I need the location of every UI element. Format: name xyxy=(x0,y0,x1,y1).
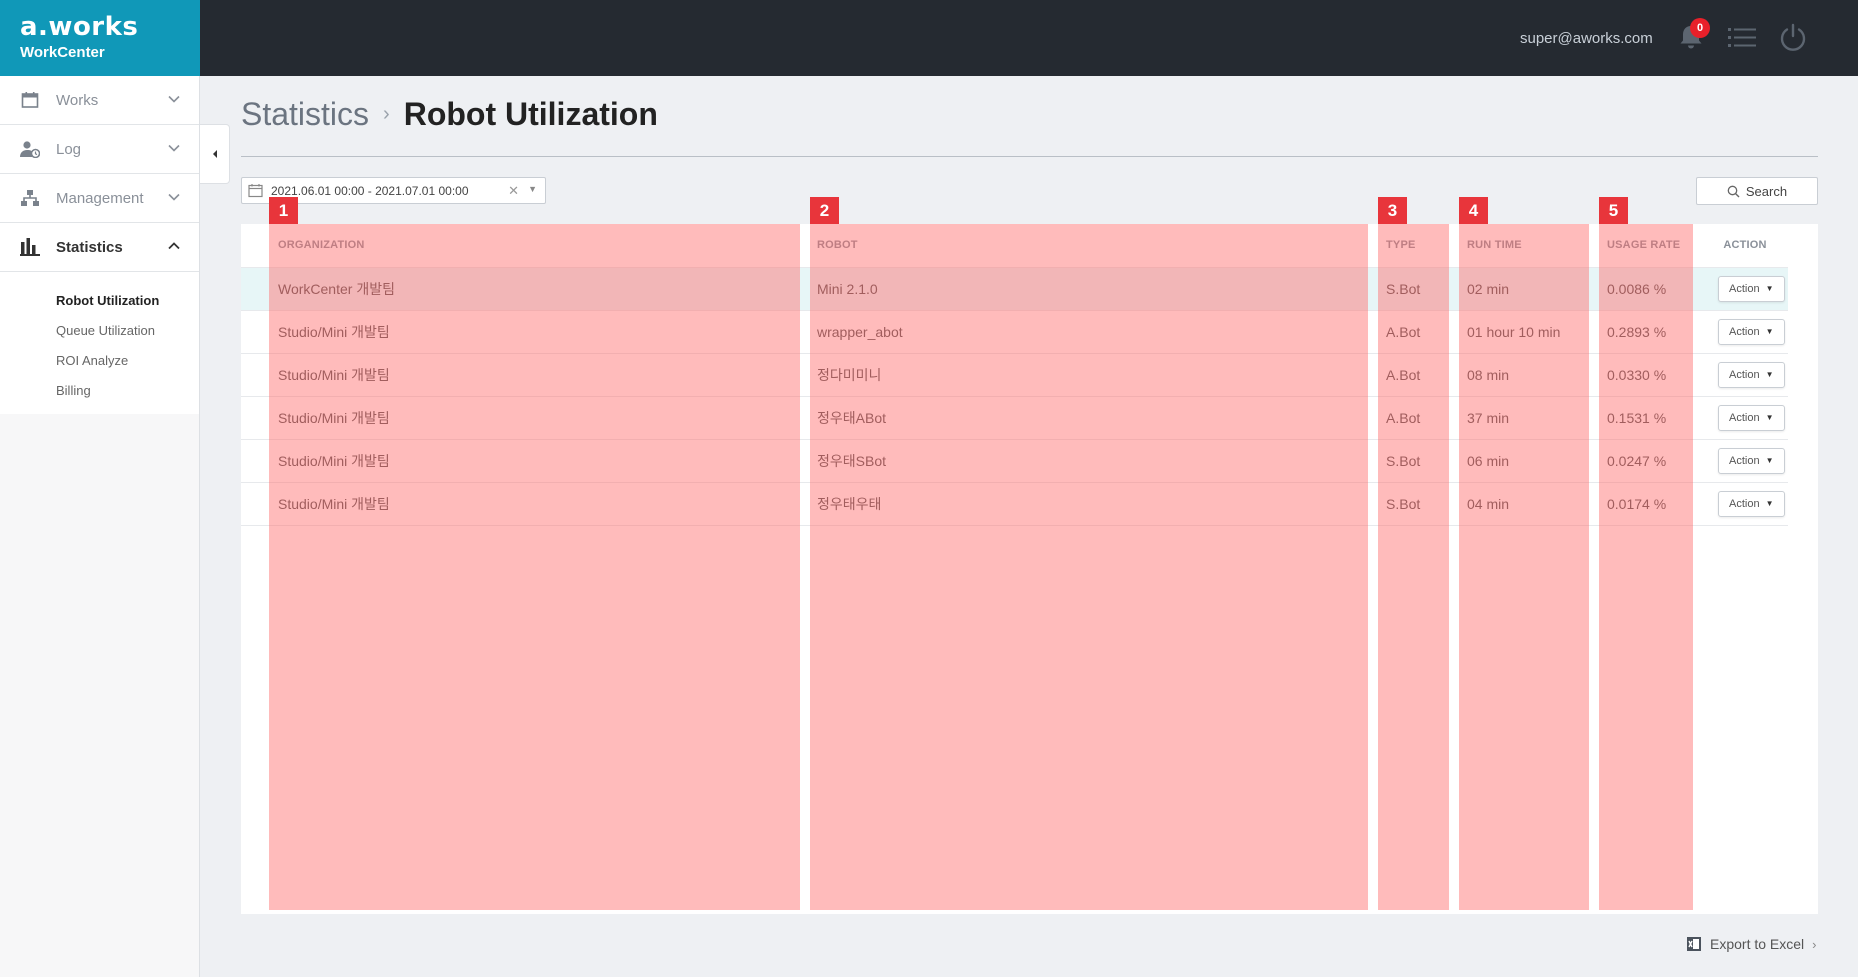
breadcrumb-parent[interactable]: Statistics xyxy=(241,96,369,133)
bar-chart-icon xyxy=(20,237,40,257)
action-dropdown-button[interactable]: Action ▼ xyxy=(1718,490,1785,517)
chevron-up-icon xyxy=(168,242,180,250)
subnav-queue-utilization[interactable]: Queue Utilization xyxy=(0,316,199,346)
sidebar-item-label: Statistics xyxy=(56,238,123,256)
row-spacer xyxy=(241,310,269,354)
header-spacer xyxy=(241,224,269,268)
dropdown-caret-icon[interactable]: ▼ xyxy=(528,184,537,194)
statistics-subnav: Robot Utilization Queue Utilization ROI … xyxy=(0,272,199,414)
sidebar-item-label: Works xyxy=(56,91,99,109)
org-chart-icon xyxy=(20,188,40,208)
brand[interactable]: a.works WorkCenter xyxy=(0,0,200,76)
caret-down-icon: ▼ xyxy=(1765,456,1774,465)
annotation-overlay-run-time xyxy=(1459,224,1589,910)
action-dropdown-button[interactable]: Action ▼ xyxy=(1718,318,1785,345)
search-button[interactable]: Search xyxy=(1696,177,1818,205)
chevron-down-icon xyxy=(168,144,180,152)
annotation-marker: 2 xyxy=(810,197,839,224)
row-spacer xyxy=(241,439,269,483)
annotation-marker: 4 xyxy=(1459,197,1488,224)
subnav-billing[interactable]: Billing xyxy=(0,376,199,406)
breadcrumb: Statistics › Robot Utilization xyxy=(241,96,658,133)
action-label: Action xyxy=(1729,368,1760,381)
annotation-marker: 3 xyxy=(1378,197,1407,224)
sidebar-item-works[interactable]: Works xyxy=(0,76,199,125)
row-spacer xyxy=(241,353,269,397)
action-dropdown-button[interactable]: Action ▼ xyxy=(1718,275,1785,302)
export-label: Export to Excel xyxy=(1710,936,1805,952)
annotation-overlay-usage-rate xyxy=(1599,224,1693,910)
clear-icon[interactable]: ✕ xyxy=(508,183,519,199)
sidebar-item-log[interactable]: Log xyxy=(0,125,199,174)
caret-down-icon: ▼ xyxy=(1765,413,1774,422)
caret-down-icon: ▼ xyxy=(1765,327,1774,336)
chevron-down-icon xyxy=(168,193,180,201)
excel-icon xyxy=(1687,937,1701,951)
action-label: Action xyxy=(1729,497,1760,510)
row-spacer xyxy=(241,482,269,526)
top-bar: a.works WorkCenter super@aworks.com 0 xyxy=(0,0,1858,76)
subnav-robot-utilization[interactable]: Robot Utilization xyxy=(0,286,199,316)
search-icon xyxy=(1727,185,1740,197)
action-label: Action xyxy=(1729,325,1760,338)
sidebar-item-label: Management xyxy=(56,189,144,207)
action-label: Action xyxy=(1729,282,1760,295)
chevron-down-icon xyxy=(168,95,180,103)
caret-left-icon xyxy=(212,150,217,158)
calendar-icon xyxy=(248,184,263,198)
row-spacer xyxy=(241,396,269,440)
caret-down-icon: ▼ xyxy=(1765,284,1774,293)
action-dropdown-button[interactable]: Action ▼ xyxy=(1718,447,1785,474)
annotation-overlay-type xyxy=(1378,224,1449,910)
page-title: Robot Utilization xyxy=(403,96,658,132)
action-dropdown-button[interactable]: Action ▼ xyxy=(1718,361,1785,388)
cell-action: Action ▼ xyxy=(1702,310,1788,354)
search-button-label: Search xyxy=(1745,183,1788,199)
cell-action: Action ▼ xyxy=(1702,482,1788,526)
chevron-right-icon: › xyxy=(1812,936,1817,952)
sidebar-item-statistics[interactable]: Statistics xyxy=(0,223,199,272)
action-label: Action xyxy=(1729,411,1760,424)
row-spacer xyxy=(241,267,269,311)
caret-down-icon: ▼ xyxy=(1765,370,1774,379)
subnav-roi-analyze[interactable]: ROI Analyze xyxy=(0,346,199,376)
cell-action: Action ▼ xyxy=(1702,439,1788,483)
action-label: Action xyxy=(1729,454,1760,467)
annotation-overlay-robot xyxy=(810,224,1368,910)
list-icon[interactable] xyxy=(1728,26,1756,50)
caret-down-icon: ▼ xyxy=(1765,499,1774,508)
sidebar-nav: Works Log Management Statistics xyxy=(0,76,199,272)
calendar-icon xyxy=(20,90,40,110)
sidebar-item-management[interactable]: Management xyxy=(0,174,199,223)
annotation-marker: 5 xyxy=(1599,197,1628,224)
notification-badge: 0 xyxy=(1690,18,1710,38)
cell-action: Action ▼ xyxy=(1702,396,1788,440)
annotation-overlay-organization xyxy=(269,224,800,910)
title-divider xyxy=(241,156,1818,157)
breadcrumb-separator-icon: › xyxy=(383,103,390,125)
user-email[interactable]: super@aworks.com xyxy=(1520,30,1653,47)
sidebar: Works Log Management Statistics Robot Ut xyxy=(0,76,200,977)
cell-action: Action ▼ xyxy=(1702,267,1788,311)
sidebar-collapse-toggle[interactable] xyxy=(200,124,230,184)
brand-logo: a.works xyxy=(20,12,139,42)
export-to-excel-link[interactable]: Export to Excel › xyxy=(1686,936,1817,952)
annotation-marker: 1 xyxy=(269,197,298,224)
sidebar-item-label: Log xyxy=(56,140,82,158)
action-dropdown-button[interactable]: Action ▼ xyxy=(1718,404,1785,431)
user-clock-icon xyxy=(20,139,40,159)
date-range-value: 2021.06.01 00:00 - 2021.07.01 00:00 xyxy=(271,183,469,198)
cell-action: Action ▼ xyxy=(1702,353,1788,397)
brand-product: WorkCenter xyxy=(20,44,105,61)
header-action: ACTION xyxy=(1702,224,1788,268)
power-icon[interactable] xyxy=(1779,22,1807,52)
